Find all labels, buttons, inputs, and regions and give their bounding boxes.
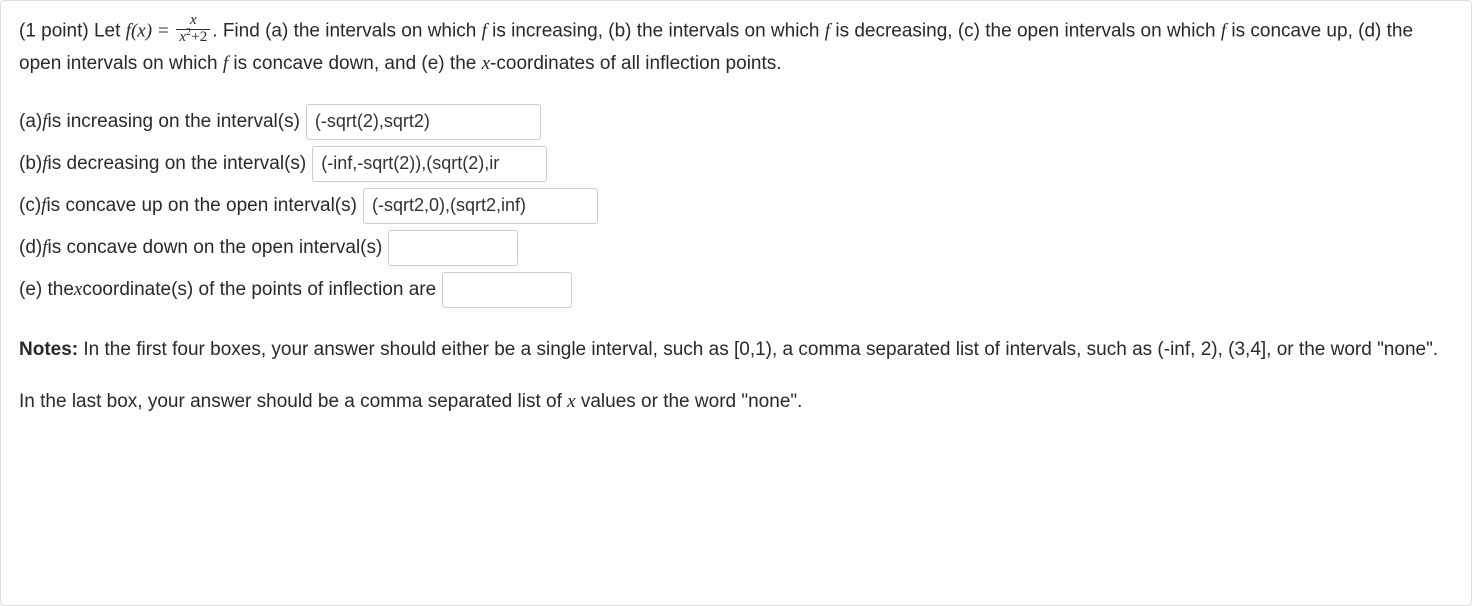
part-b-row: (b) f is decreasing on the interval(s) bbox=[19, 146, 1453, 182]
intro-seg-b: is increasing, (b) the intervals on whic… bbox=[487, 20, 825, 41]
part-e-x: x bbox=[74, 274, 82, 306]
problem-container: (1 point) Let f(x) = x x2+2 . Find (a) t… bbox=[0, 0, 1472, 606]
part-a-label: is increasing on the interval(s) bbox=[48, 106, 300, 138]
part-a-input[interactable] bbox=[306, 104, 541, 140]
part-e-row: (e) the x coordinate(s) of the points of… bbox=[19, 272, 1453, 308]
part-e-label: coordinate(s) of the points of inflectio… bbox=[82, 274, 436, 306]
math-f-of-x: f(x) = bbox=[126, 20, 175, 41]
part-a-prefix: (a) bbox=[19, 106, 42, 138]
part-c-prefix: (c) bbox=[19, 190, 41, 222]
part-d-prefix: (d) bbox=[19, 232, 42, 264]
notes-pre-2: In the last box, your answer should be a… bbox=[19, 391, 567, 412]
part-b-label: is decreasing on the interval(s) bbox=[48, 148, 307, 180]
part-a-row: (a) f is increasing on the interval(s) bbox=[19, 104, 1453, 140]
notes-x: x bbox=[567, 391, 575, 412]
part-e-input[interactable] bbox=[442, 272, 572, 308]
part-e-prefix: (e) the bbox=[19, 274, 74, 306]
fraction-numerator: x bbox=[190, 12, 197, 28]
part-c-label: is concave up on the open interval(s) bbox=[46, 190, 357, 222]
math-x-coord: x bbox=[482, 53, 490, 74]
notes-section: Notes: In the first four boxes, your ans… bbox=[19, 334, 1453, 419]
part-d-label: is concave down on the open interval(s) bbox=[48, 232, 383, 264]
intro-seg-e: is concave down, and (e) the bbox=[228, 53, 481, 74]
notes-post-2: values or the word "none". bbox=[576, 391, 803, 412]
notes-rest-1: In the first four boxes, your answer sho… bbox=[78, 339, 1438, 360]
fraction: x x2+2 bbox=[176, 13, 210, 46]
notes-line-1: Notes: In the first four boxes, your ans… bbox=[19, 334, 1453, 366]
problem-statement: (1 point) Let f(x) = x x2+2 . Find (a) t… bbox=[19, 15, 1453, 80]
fraction-denominator-const: +2 bbox=[191, 29, 207, 45]
part-c-input[interactable] bbox=[363, 188, 598, 224]
part-b-prefix: (b) bbox=[19, 148, 42, 180]
notes-bold: Notes: bbox=[19, 339, 78, 360]
part-d-row: (d) f is concave down on the open interv… bbox=[19, 230, 1453, 266]
intro-seg-f: -coordinates of all inflection points. bbox=[490, 53, 782, 74]
part-d-input[interactable] bbox=[388, 230, 518, 266]
notes-line-2: In the last box, your answer should be a… bbox=[19, 386, 1453, 418]
part-c-row: (c) f is concave up on the open interval… bbox=[19, 188, 1453, 224]
part-b-input[interactable] bbox=[312, 146, 547, 182]
intro-seg-c: is decreasing, (c) the open intervals on… bbox=[830, 20, 1221, 41]
intro-seg-a: . Find (a) the intervals on which bbox=[212, 20, 481, 41]
points-label: (1 point) Let bbox=[19, 20, 126, 41]
